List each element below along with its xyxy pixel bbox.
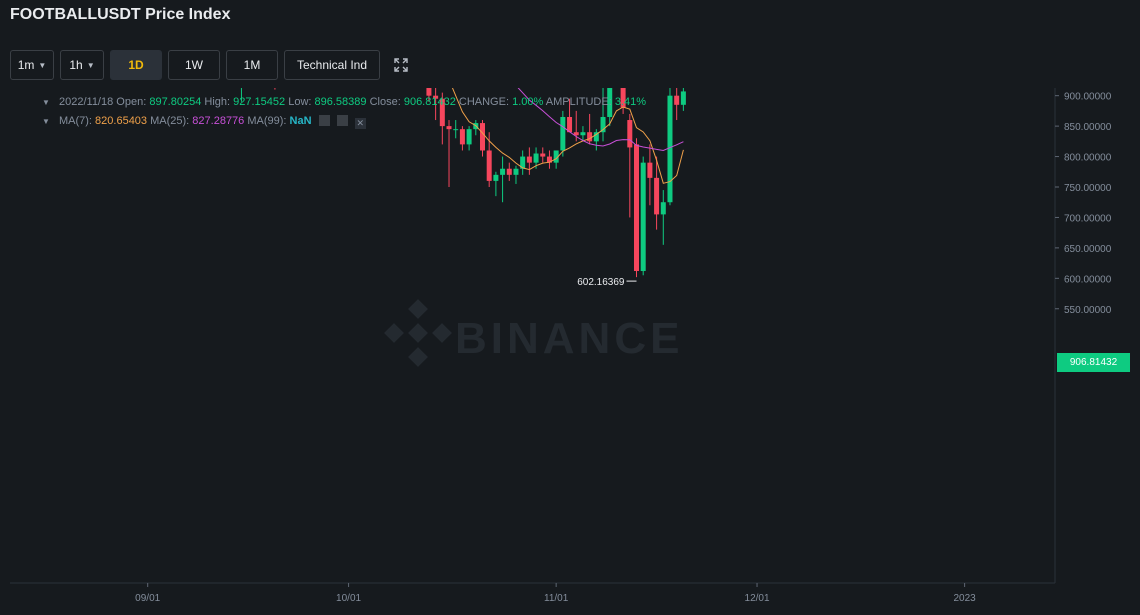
amplitude-label: AMPLITUDE:: [545, 96, 612, 108]
candle-up[interactable]: [466, 129, 472, 145]
candle-down[interactable]: [627, 120, 633, 148]
interval-1h-label: 1h: [69, 58, 83, 72]
candlestick-chart[interactable]: 1300.000001250.000001200.000001150.00000…: [0, 88, 1140, 615]
collapse-icon[interactable]: ▼: [42, 98, 50, 107]
y-tick-label: 700.00000: [1064, 213, 1112, 224]
y-tick-label: 600.00000: [1064, 274, 1112, 285]
interval-1d-button[interactable]: 1D: [110, 50, 162, 80]
technical-indicators-button[interactable]: Technical Ind: [284, 50, 380, 80]
candle-down[interactable]: [654, 177, 660, 215]
change-value: 1.00%: [512, 96, 544, 108]
ma99-label: MA(99):: [247, 115, 287, 127]
x-tick-label: 10/01: [336, 593, 361, 604]
y-tick-label: 650.00000: [1064, 244, 1112, 255]
candle-up[interactable]: [660, 202, 666, 215]
ma99-value: NaN: [289, 115, 312, 127]
candle-up[interactable]: [580, 132, 586, 136]
candle-up[interactable]: [453, 129, 459, 131]
current-price-tag: 906.81432: [1057, 353, 1130, 372]
ma25-value: 827.28776: [192, 115, 245, 127]
interval-1w-button[interactable]: 1W: [168, 50, 220, 80]
interval-1m-dropdown[interactable]: 1m ▼: [10, 50, 54, 80]
y-tick-label: 550.00000: [1064, 305, 1112, 316]
candle-down[interactable]: [540, 153, 546, 157]
ma-visibility-icon[interactable]: [336, 115, 348, 126]
candle-up[interactable]: [513, 168, 519, 175]
open-value: 897.80254: [149, 96, 202, 108]
x-tick-label: 09/01: [135, 593, 160, 604]
x-tick-label: 11/01: [544, 593, 569, 604]
ma-close-icon[interactable]: ✕: [354, 118, 366, 129]
candle-down[interactable]: [506, 168, 512, 175]
binance-logo-icon: [384, 299, 452, 367]
amplitude-value: 3.41%: [614, 96, 647, 108]
watermark-text: BINANCE: [455, 314, 683, 363]
page-title: FOOTBALLUSDT Price Index: [10, 6, 231, 23]
candle-up[interactable]: [493, 174, 499, 181]
y-tick-label: 750.00000: [1064, 183, 1112, 194]
interval-1mo-button[interactable]: 1M: [226, 50, 278, 80]
chevron-down-icon: ▼: [86, 60, 95, 70]
candle-down[interactable]: [426, 88, 432, 96]
collapse-icon[interactable]: ▼: [42, 117, 50, 126]
high-value: 927.15452: [233, 96, 286, 108]
ohlc-info-row: ▼ 2022/11/18 Open: 897.80254 High: 927.1…: [42, 96, 646, 108]
candle-up[interactable]: [640, 162, 646, 272]
candle-down[interactable]: [674, 95, 680, 105]
ma7-value: 820.65403: [95, 115, 148, 127]
candle-down[interactable]: [647, 162, 653, 178]
candle-up[interactable]: [560, 116, 566, 151]
candle-down[interactable]: [459, 129, 465, 145]
low-value: 896.58389: [314, 96, 367, 108]
fullscreen-button[interactable]: [390, 50, 412, 80]
x-tick-label: 12/01: [745, 593, 770, 604]
ma7-label: MA(7):: [58, 115, 92, 127]
ma25-label: MA(25):: [150, 115, 190, 127]
candle-down[interactable]: [526, 156, 532, 163]
close-label: Close:: [369, 96, 401, 108]
y-tick-label: 800.00000: [1064, 153, 1112, 164]
candle-up[interactable]: [500, 168, 506, 175]
candle-down[interactable]: [479, 123, 485, 151]
close-value: 906.81432: [403, 96, 456, 108]
candle-up[interactable]: [680, 91, 686, 105]
interval-1m-label: 1m: [17, 58, 35, 72]
chevron-down-icon: ▼: [38, 60, 47, 70]
interval-toolbar: 1m ▼ 1h ▼ 1D 1W 1M Technical Ind: [10, 50, 412, 80]
high-label: High:: [204, 96, 231, 108]
y-tick-label: 850.00000: [1064, 122, 1112, 133]
ohlc-date: 2022/11/18: [58, 96, 114, 108]
interval-1h-dropdown[interactable]: 1h ▼: [60, 50, 104, 80]
ma-info-row: ▼ MA(7): 820.65403 MA(25): 827.28776 MA(…: [42, 115, 366, 129]
ma-settings-icon[interactable]: [318, 115, 330, 126]
x-tick-label: 2023: [953, 593, 976, 604]
candle-up[interactable]: [667, 95, 673, 203]
min-annotation: 602.16369: [577, 277, 625, 288]
candle-down[interactable]: [486, 150, 492, 181]
candle-up[interactable]: [533, 153, 539, 163]
low-label: Low:: [288, 96, 312, 108]
expand-icon: [394, 58, 408, 72]
candle-down[interactable]: [446, 126, 452, 130]
candle-down[interactable]: [587, 132, 593, 142]
change-label: CHANGE:: [458, 96, 510, 108]
y-tick-label: 900.00000: [1064, 92, 1112, 103]
open-label: Open:: [116, 96, 147, 108]
candle-down[interactable]: [634, 144, 640, 272]
